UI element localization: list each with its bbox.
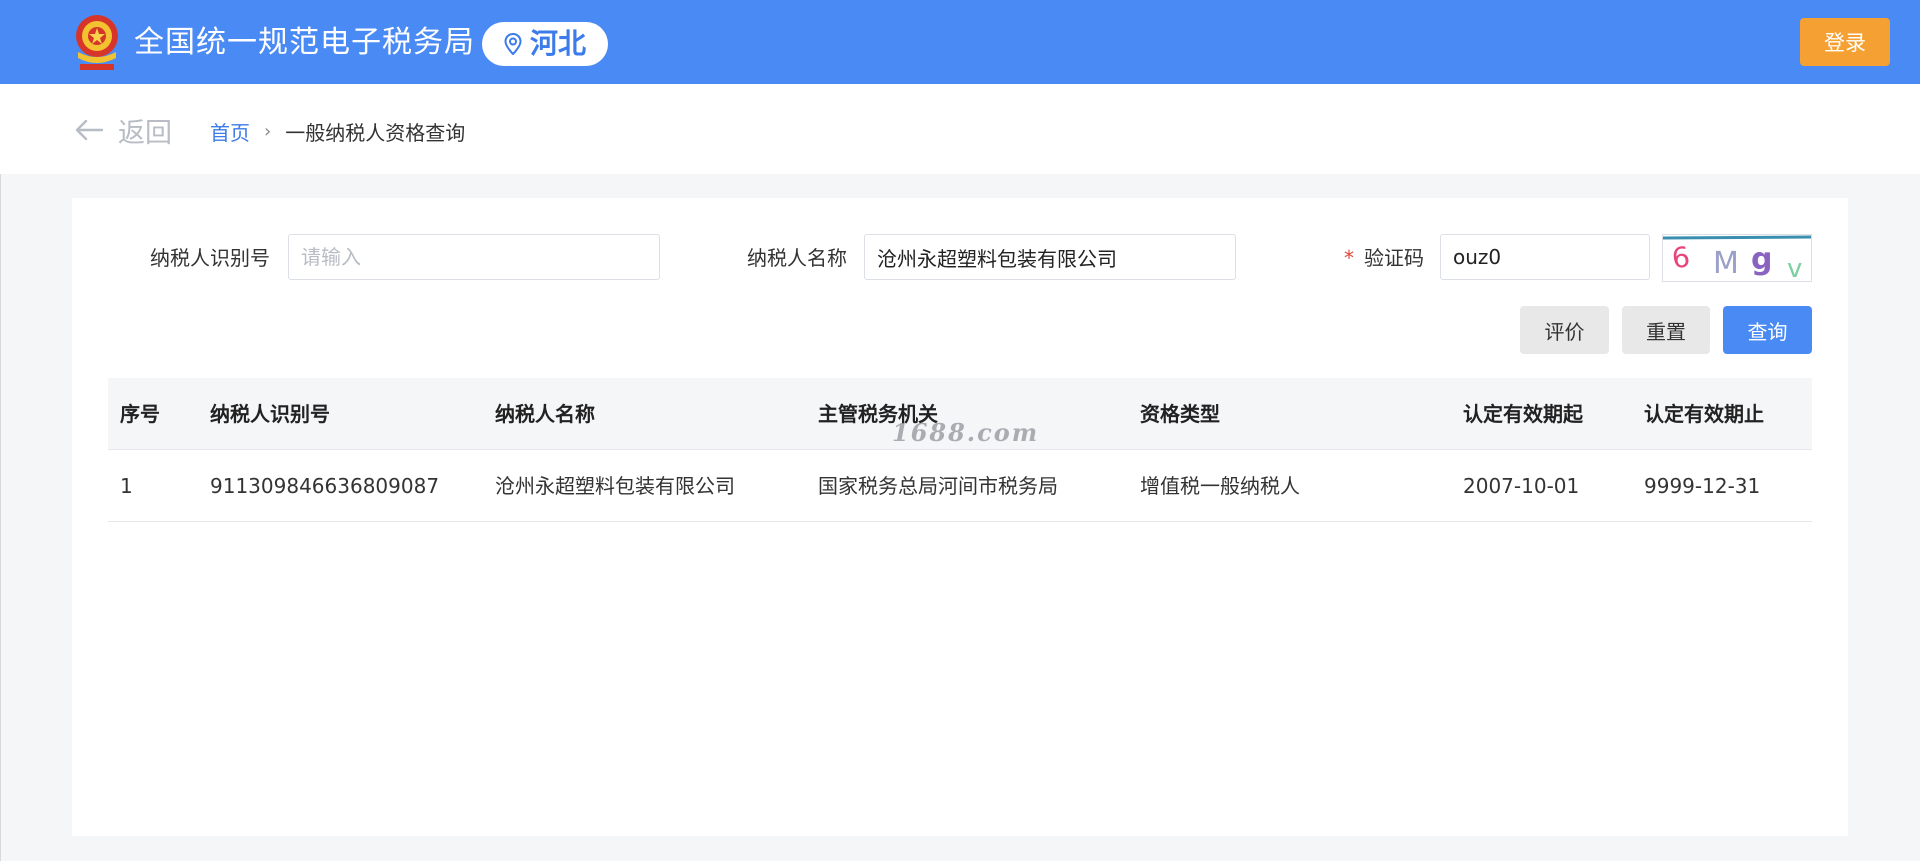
- cell-index: 1: [120, 474, 133, 498]
- region-selector[interactable]: 河北: [482, 22, 608, 66]
- site-title: 全国统一规范电子税务局: [134, 25, 475, 60]
- taxpayer-id-input[interactable]: [288, 234, 660, 280]
- breadcrumb-separator: ›: [264, 120, 272, 142]
- taxpayer-name-input[interactable]: [864, 234, 1236, 280]
- captcha-label: * 验证码: [1344, 244, 1424, 272]
- tax-emblem-icon: [76, 15, 118, 70]
- column-header-qualification-type: 资格类型: [1140, 402, 1220, 426]
- cell-tax-authority: 国家税务总局河间市税务局: [818, 474, 1058, 498]
- arrow-left-icon: [75, 119, 104, 141]
- reset-button[interactable]: 重置: [1622, 306, 1710, 354]
- table-row: 1 911309846636809087 沧州永超塑料包装有限公司 国家税务总局…: [108, 450, 1812, 522]
- breadcrumb-home-link[interactable]: 首页: [210, 117, 250, 146]
- column-header-valid-from: 认定有效期起: [1463, 402, 1583, 426]
- cell-valid-to: 9999-12-31: [1644, 474, 1761, 498]
- taxpayer-name-label: 纳税人名称: [747, 246, 847, 270]
- cell-taxpayer-id: 911309846636809087: [210, 474, 440, 498]
- column-header-taxpayer-name: 纳税人名称: [495, 402, 595, 426]
- breadcrumb-current: 一般纳税人资格查询: [285, 120, 466, 145]
- watermark: 1688.com: [892, 418, 1040, 447]
- cell-valid-from: 2007-10-01: [1463, 474, 1580, 498]
- cell-qualification-type: 增值税一般纳税人: [1140, 474, 1300, 498]
- back-label: 返回: [118, 117, 172, 149]
- taxpayer-id-label: 纳税人识别号: [150, 246, 270, 270]
- captcha-char-4: v: [1787, 254, 1802, 282]
- captcha-char-3: g: [1751, 242, 1772, 277]
- login-button[interactable]: 登录: [1800, 18, 1890, 66]
- page-edge: [0, 84, 1, 861]
- query-button[interactable]: 查询: [1723, 306, 1812, 354]
- column-header-taxpayer-id: 纳税人识别号: [210, 402, 330, 426]
- captcha-char-1: 6: [1670, 240, 1692, 275]
- evaluate-button[interactable]: 评价: [1520, 306, 1609, 354]
- required-mark: *: [1344, 246, 1354, 270]
- back-button[interactable]: 返回: [74, 112, 172, 149]
- captcha-char-2: M: [1713, 246, 1739, 281]
- captcha-graphic: 6 M g v: [1663, 235, 1811, 282]
- region-name: 河北: [529, 27, 586, 60]
- top-header: 全国统一规范电子税务局 河北 登录: [0, 0, 1920, 84]
- column-header-index: 序号: [120, 402, 160, 426]
- captcha-label-text: 验证码: [1364, 246, 1424, 270]
- column-header-valid-to: 认定有效期止: [1644, 402, 1764, 426]
- captcha-image[interactable]: 6 M g v: [1662, 234, 1812, 282]
- cell-taxpayer-name: 沧州永超塑料包装有限公司: [495, 474, 735, 498]
- breadcrumb: 首页 › 一般纳税人资格查询: [210, 116, 465, 146]
- captcha-input[interactable]: [1440, 234, 1650, 280]
- location-pin-icon: [504, 33, 522, 55]
